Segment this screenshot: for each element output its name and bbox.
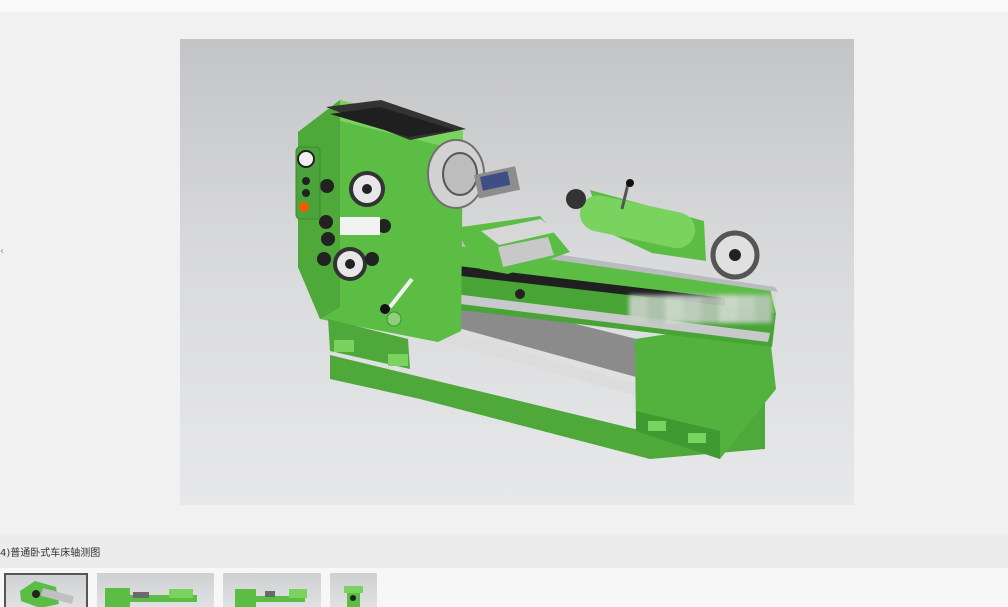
- control-knob-small-2-icon: [319, 215, 333, 229]
- left-foot-vent-2: [388, 354, 408, 366]
- control-knob-small-4-icon: [317, 252, 331, 266]
- pedestal-vent-2: [688, 433, 706, 443]
- thumbnail-2-lathe-icon: [105, 588, 197, 607]
- tailstock-handwheel-hub-icon: [729, 249, 741, 261]
- image-caption: 4)普通卧式车床轴测图: [0, 548, 101, 559]
- thumbnail-1[interactable]: [4, 573, 88, 607]
- main-lathe-image[interactable]: [180, 39, 854, 505]
- left-foot-vent-1: [334, 340, 354, 352]
- thumbnail-strip: [0, 568, 1008, 607]
- thumbnail-3[interactable]: [223, 573, 321, 607]
- lathe-illustration: [295, 100, 778, 459]
- pedestal-vent-1: [648, 421, 666, 431]
- headstock-access-port-icon: [386, 311, 402, 327]
- thumbnail-2[interactable]: [97, 573, 214, 607]
- caption-bar: 4)普通卧式车床轴测图: [0, 534, 1008, 568]
- handle-left-knob-icon: [380, 304, 390, 314]
- gauge-icon: [297, 150, 315, 168]
- top-strip: [0, 0, 1008, 12]
- control-knob-small-1-icon: [320, 179, 334, 193]
- gear-knob-2-center: [345, 259, 355, 269]
- tailstock-center-icon: [566, 189, 586, 209]
- gear-knob-1-center: [362, 184, 372, 194]
- thumbnail-4[interactable]: [330, 573, 377, 607]
- thumbnail-3-lathe-icon: [235, 589, 307, 607]
- previous-image-arrow-icon[interactable]: ‹: [0, 246, 4, 258]
- thumbnail-1-lathe-icon: [20, 581, 74, 607]
- image-viewer: ‹: [0, 12, 1008, 534]
- tailstock-lever-knob-icon: [626, 179, 634, 187]
- control-knob-small-3-icon: [321, 232, 335, 246]
- image-gallery-page: ‹ 4)普通卧式车床轴测图: [0, 0, 1008, 607]
- panel-light-1-icon: [302, 177, 310, 185]
- blurred-watermark: [629, 295, 772, 323]
- headstock-label-plate: [340, 217, 380, 235]
- thumbnail-4-lathe-icon: [344, 586, 363, 607]
- control-knob-small-5-icon: [365, 252, 379, 266]
- emergency-stop-icon: [299, 202, 309, 212]
- panel-light-2-icon: [302, 189, 310, 197]
- carriage-handwheel-hub-icon: [515, 289, 525, 299]
- chuck-jaw-ring: [442, 152, 478, 196]
